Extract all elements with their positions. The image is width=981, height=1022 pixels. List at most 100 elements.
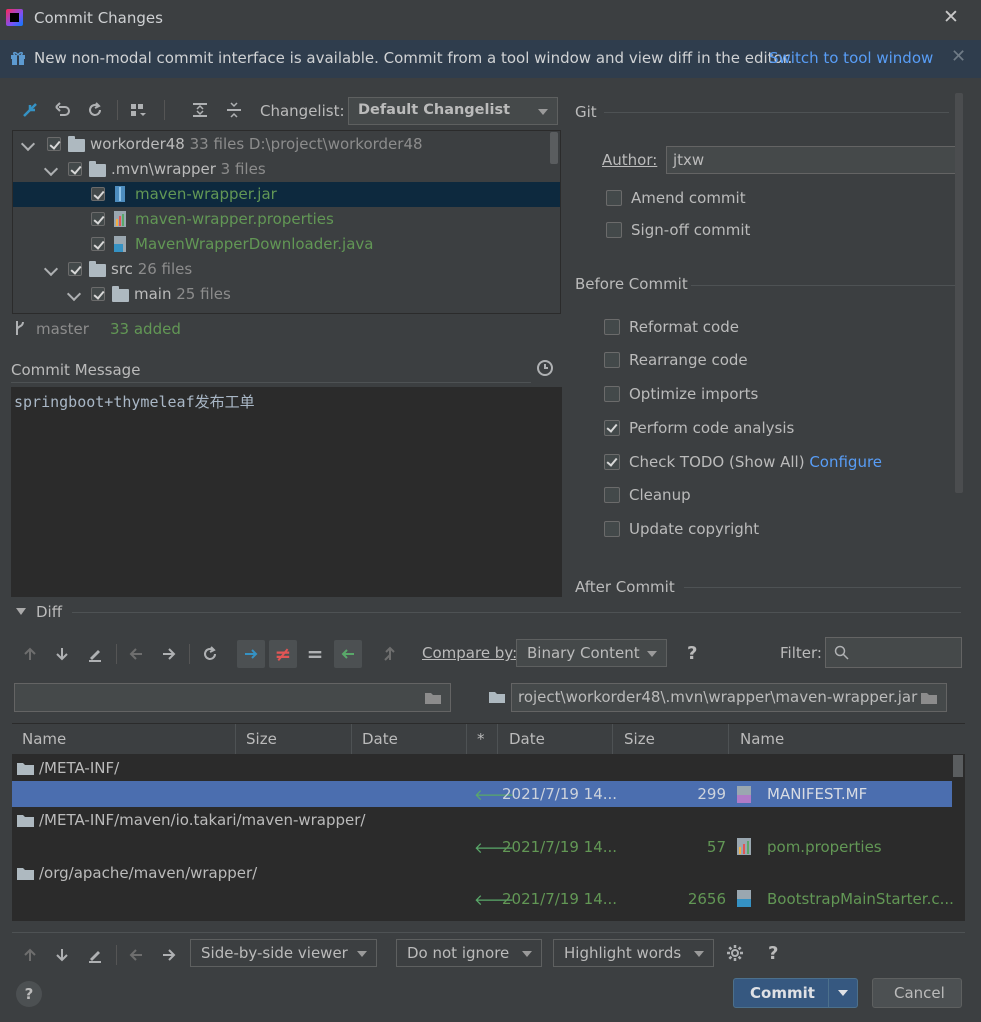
signoff-commit-label[interactable]: Sign-off commit: [631, 221, 750, 239]
history-icon[interactable]: [536, 359, 554, 377]
check-todo-label[interactable]: Check TODO (Show All) Configure: [629, 453, 882, 471]
previous-file-icon[interactable]: [124, 943, 148, 967]
collapse-all-icon[interactable]: [223, 99, 245, 121]
close-icon[interactable]: ✕: [940, 6, 962, 28]
check-todo-checkbox[interactable]: [604, 454, 620, 470]
show-equal-icon[interactable]: =: [303, 642, 327, 666]
chevron-down-icon[interactable]: [838, 990, 848, 996]
sync-scroll-icon[interactable]: [237, 640, 265, 668]
next-difference-icon[interactable]: [50, 642, 74, 666]
show-diff-icon[interactable]: [19, 99, 41, 121]
chevron-down-icon[interactable]: [43, 161, 59, 177]
diff-section-title[interactable]: Diff: [36, 603, 62, 621]
show-left-only-icon[interactable]: [334, 640, 362, 668]
tree-row[interactable]: main 25 files: [13, 282, 560, 307]
table-row[interactable]: 🡐 2021/7/19 14... 299 MANIFEST.MF: [12, 781, 952, 807]
tree-checkbox[interactable]: [91, 212, 105, 226]
reformat-code-checkbox[interactable]: [604, 319, 620, 335]
table-row[interactable]: 🡐 2021/7/19 14... 57 pom.properties: [12, 834, 952, 860]
tree-row[interactable]: .mvn\wrapper 3 files: [13, 157, 560, 182]
gear-icon[interactable]: [726, 944, 744, 962]
next-difference-icon[interactable]: [50, 943, 74, 967]
previous-difference-icon[interactable]: [18, 642, 42, 666]
table-row[interactable]: /META-INF/: [12, 755, 952, 781]
changes-tree[interactable]: workorder48 33 files D:\project\workorde…: [12, 130, 561, 314]
table-scrollbar[interactable]: [953, 755, 963, 777]
tree-checkbox[interactable]: [68, 162, 82, 176]
tree-checkbox[interactable]: [91, 187, 105, 201]
rearrange-code-checkbox[interactable]: [604, 352, 620, 368]
tree-checkbox[interactable]: [47, 137, 61, 151]
configure-link[interactable]: Configure: [809, 453, 882, 471]
tree-scrollbar[interactable]: [550, 132, 558, 164]
column-header-date-right[interactable]: Date: [509, 730, 545, 748]
column-header-name-left[interactable]: Name: [22, 730, 66, 748]
compare-by-dropdown[interactable]: Binary Content: [516, 639, 667, 667]
column-header-date-left[interactable]: Date: [362, 730, 398, 748]
tree-row[interactable]: maven-wrapper.jar: [13, 182, 560, 207]
optimize-imports-checkbox[interactable]: [604, 386, 620, 402]
commit-message-text[interactable]: springboot+thymeleaf发布工单: [14, 391, 255, 412]
cleanup-checkbox[interactable]: [604, 487, 620, 503]
rollback-icon[interactable]: [52, 99, 74, 121]
column-header-size-right[interactable]: Size: [624, 730, 655, 748]
highlight-dropdown[interactable]: Highlight words: [553, 939, 714, 967]
banner-close-icon[interactable]: ✕: [951, 46, 966, 67]
help-button[interactable]: ?: [16, 981, 42, 1007]
table-row[interactable]: /META-INF/maven/io.takari/maven-wrapper/: [12, 807, 952, 833]
expand-all-icon[interactable]: [189, 99, 211, 121]
table-row[interactable]: /org/apache/maven/wrapper/: [12, 860, 952, 886]
chevron-down-icon[interactable]: [43, 261, 59, 277]
merge-icon[interactable]: [378, 642, 402, 666]
help-icon[interactable]: ?: [768, 943, 778, 964]
help-icon[interactable]: ?: [687, 643, 697, 664]
browse-folder-icon[interactable]: [920, 691, 938, 705]
column-header-name-right[interactable]: Name: [740, 730, 784, 748]
browse-folder-icon[interactable]: [424, 691, 442, 705]
cleanup-label[interactable]: Cleanup: [629, 486, 691, 504]
tree-checkbox[interactable]: [91, 237, 105, 251]
table-row[interactable]: 🡐 2021/7/19 14... 2656 BootstrapMainStar…: [12, 886, 954, 912]
tree-row[interactable]: workorder48 33 files D:\project\workorde…: [13, 132, 560, 157]
ignore-whitespace-dropdown[interactable]: Do not ignore: [396, 939, 542, 967]
changelist-dropdown[interactable]: Default Changelist: [348, 97, 558, 125]
edit-icon[interactable]: [83, 642, 107, 666]
column-header-state[interactable]: *: [477, 730, 485, 748]
chevron-down-icon[interactable]: [20, 136, 36, 152]
commit-message-editor[interactable]: [11, 387, 562, 597]
refresh-icon[interactable]: [84, 99, 106, 121]
signoff-commit-checkbox[interactable]: [606, 222, 622, 238]
rearrange-code-label[interactable]: Rearrange code: [629, 351, 748, 369]
switch-to-tool-window-link[interactable]: Switch to tool window: [769, 49, 933, 67]
viewer-dropdown[interactable]: Side-by-side viewer: [190, 939, 377, 967]
amend-commit-checkbox[interactable]: [606, 190, 622, 206]
next-file-icon[interactable]: [157, 943, 181, 967]
right-path-field[interactable]: roject\workorder48\.mvn\wrapper\maven-wr…: [511, 683, 947, 712]
tree-checkbox[interactable]: [68, 262, 82, 276]
perform-code-analysis-label[interactable]: Perform code analysis: [629, 419, 794, 437]
edit-icon[interactable]: [83, 943, 107, 967]
tree-row[interactable]: maven-wrapper.properties: [13, 207, 560, 232]
group-by-icon[interactable]: [127, 99, 149, 121]
optimize-imports-label[interactable]: Optimize imports: [629, 385, 758, 403]
amend-commit-label[interactable]: Amend commit: [631, 189, 746, 207]
left-path-field[interactable]: [14, 683, 451, 712]
filter-input[interactable]: [825, 637, 962, 668]
perform-code-analysis-checkbox[interactable]: [604, 420, 620, 436]
commit-button[interactable]: Commit: [733, 978, 858, 1008]
author-input[interactable]: jtxw: [666, 146, 959, 174]
tree-row[interactable]: MavenWrapperDownloader.java: [13, 232, 560, 257]
tree-row[interactable]: src 26 files: [13, 257, 560, 282]
cancel-button[interactable]: Cancel: [872, 978, 962, 1008]
chevron-down-icon[interactable]: [66, 286, 82, 302]
previous-file-icon[interactable]: [124, 642, 148, 666]
reformat-code-label[interactable]: Reformat code: [629, 318, 739, 336]
options-scrollbar[interactable]: [955, 93, 963, 493]
update-copyright-label[interactable]: Update copyright: [629, 520, 759, 538]
previous-difference-icon[interactable]: [18, 943, 42, 967]
column-header-size-left[interactable]: Size: [246, 730, 277, 748]
tree-checkbox[interactable]: [91, 287, 105, 301]
collapse-diff-icon[interactable]: [16, 608, 26, 615]
refresh-diff-icon[interactable]: [198, 642, 222, 666]
show-different-icon[interactable]: ≠: [269, 640, 297, 668]
